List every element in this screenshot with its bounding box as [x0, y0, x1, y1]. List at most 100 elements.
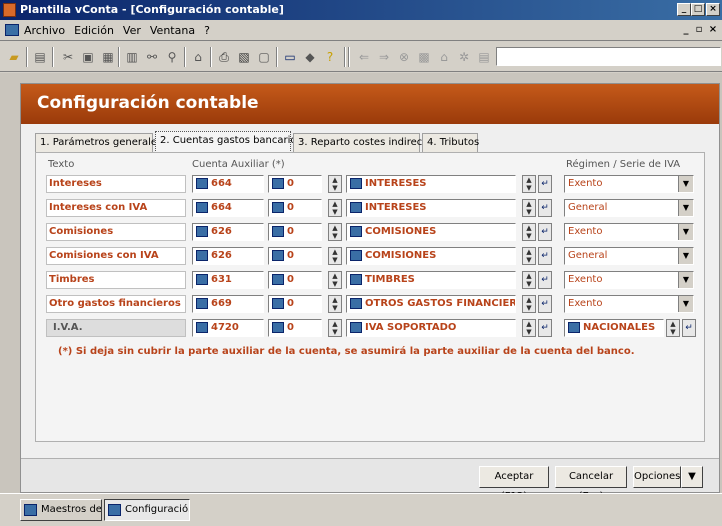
tab-reparto-costes-indirectos[interactable]: 3. Reparto costes indirectos — [293, 133, 438, 152]
account-name-field[interactable]: INTERESES — [346, 175, 516, 193]
menu-archivo[interactable]: Archivo — [24, 24, 65, 37]
spin-button[interactable]: ▲ ▼ — [328, 319, 342, 337]
tab-cuentas-gastos-bancarios[interactable]: 2. Cuentas gastos bancarios — [155, 131, 302, 153]
stop-icon[interactable]: ⊗ — [396, 49, 412, 65]
spin-button[interactable]: ▲ ▼ — [328, 223, 342, 241]
options-dropdown-button[interactable]: ▼ — [681, 466, 703, 488]
print-icon[interactable]: ⎙ — [216, 49, 232, 65]
new-icon[interactable]: ↵ — [538, 319, 552, 337]
lookup-icon[interactable] — [272, 226, 284, 237]
spin-button[interactable]: ▲ ▼ — [328, 247, 342, 265]
lookup-icon[interactable] — [350, 298, 362, 309]
regimen-select[interactable]: Exento ▼ — [564, 175, 694, 193]
new-icon[interactable]: ↵ — [538, 295, 552, 313]
document-icon[interactable] — [5, 24, 19, 36]
spin-button[interactable]: ▲ ▼ — [522, 319, 536, 337]
lookup-icon[interactable] — [350, 322, 362, 333]
lookup-icon[interactable] — [350, 250, 362, 261]
refresh-icon[interactable]: ▩ — [416, 49, 432, 65]
serie-field[interactable]: NACIONALES — [564, 319, 664, 337]
regimen-select[interactable]: Exento ▼ — [564, 223, 694, 241]
auxiliary-field[interactable]: 0 — [268, 295, 322, 313]
chevron-down-icon[interactable]: ▼ — [678, 224, 693, 240]
close-button[interactable]: × — [706, 3, 720, 16]
spin-button[interactable]: ▲ ▼ — [522, 175, 536, 193]
new-icon[interactable]: ↵ — [538, 175, 552, 193]
search-icon[interactable]: ⚲ — [164, 49, 180, 65]
page-setup-icon[interactable]: ▢ — [256, 49, 272, 65]
new-icon[interactable]: ↵ — [682, 319, 696, 337]
minimize-button[interactable]: _ — [677, 3, 691, 16]
task-configuracion[interactable]: Configuració... — [104, 499, 190, 521]
account-name-field[interactable]: COMISIONES — [346, 247, 516, 265]
lookup-icon[interactable] — [196, 298, 208, 309]
lookup-icon[interactable] — [196, 274, 208, 285]
chevron-down-icon[interactable]: ▼ — [678, 200, 693, 216]
print-preview-icon[interactable]: ▧ — [236, 49, 252, 65]
sign-icon[interactable]: ⌂ — [190, 49, 206, 65]
spin-button[interactable]: ▲ ▼ — [522, 271, 536, 289]
account-name-field[interactable]: TIMBRES — [346, 271, 516, 289]
lookup-icon[interactable] — [272, 250, 284, 261]
options-button[interactable]: Opciones — [633, 466, 681, 488]
auxiliary-field[interactable]: 0 — [268, 199, 322, 217]
spin-button[interactable]: ▲ ▼ — [328, 295, 342, 313]
auxiliary-field[interactable]: 0 — [268, 223, 322, 241]
account-field[interactable]: 631 — [192, 271, 264, 289]
tab-parametros-generales[interactable]: 1. Parámetros generales — [35, 133, 162, 152]
lookup-icon[interactable] — [272, 298, 284, 309]
lookup-icon[interactable] — [272, 322, 284, 333]
chevron-down-icon[interactable]: ▼ — [678, 248, 693, 264]
menu-help[interactable]: ? — [204, 24, 210, 37]
binoculars-icon[interactable]: ⚯ — [144, 49, 160, 65]
spin-button[interactable]: ▲ ▼ — [522, 223, 536, 241]
spin-button[interactable]: ▲ ▼ — [328, 175, 342, 193]
grid-icon[interactable]: ▥ — [124, 49, 140, 65]
spin-button[interactable]: ▲ ▼ — [522, 199, 536, 217]
new-icon[interactable]: ↵ — [538, 271, 552, 289]
lookup-icon[interactable] — [272, 178, 284, 189]
auxiliary-field[interactable]: 0 — [268, 319, 322, 337]
chevron-down-icon[interactable]: ▼ — [678, 176, 693, 192]
cut-icon[interactable]: ✂ — [60, 49, 76, 65]
home-icon[interactable]: ⌂ — [436, 49, 452, 65]
spin-button[interactable]: ▲ ▼ — [522, 295, 536, 313]
back-icon[interactable]: ⇐ — [356, 49, 372, 65]
lookup-icon[interactable] — [196, 202, 208, 213]
lookup-icon[interactable] — [272, 274, 284, 285]
lookup-icon[interactable] — [196, 322, 208, 333]
menu-ventana[interactable]: Ventana — [150, 24, 195, 37]
open-folder-icon[interactable]: ▰ — [6, 49, 22, 65]
lookup-icon[interactable] — [350, 178, 362, 189]
task-maestros[interactable]: Maestros de... — [20, 499, 102, 521]
accept-button[interactable]: Aceptar (F12) — [479, 466, 549, 502]
account-name-field[interactable]: IVA SOPORTADO — [346, 319, 516, 337]
lookup-icon[interactable] — [196, 226, 208, 237]
chevron-down-icon[interactable]: ▼ — [678, 296, 693, 312]
new-icon[interactable]: ↵ — [538, 199, 552, 217]
spin-button[interactable]: ▲ ▼ — [666, 319, 680, 337]
diamond-icon[interactable]: ◆ — [302, 49, 318, 65]
regimen-select[interactable]: Exento ▼ — [564, 271, 694, 289]
browser-icon[interactable]: ▤ — [476, 49, 492, 65]
account-name-field[interactable]: INTERESES — [346, 199, 516, 217]
tab-tributos[interactable]: 4. Tributos — [422, 133, 479, 152]
account-field[interactable]: 664 — [192, 175, 264, 193]
copy-icon[interactable]: ▣ — [80, 49, 96, 65]
lookup-icon[interactable] — [350, 226, 362, 237]
mdi-restore-button[interactable]: ▫ — [693, 24, 705, 36]
lookup-icon[interactable] — [272, 202, 284, 213]
menu-edicion[interactable]: Edición — [74, 24, 114, 37]
mdi-minimize-button[interactable]: _ — [680, 24, 692, 36]
auxiliary-field[interactable]: 0 — [268, 175, 322, 193]
mdi-close-button[interactable]: × — [707, 24, 719, 36]
account-field[interactable]: 669 — [192, 295, 264, 313]
auxiliary-field[interactable]: 0 — [268, 247, 322, 265]
address-input[interactable] — [496, 47, 721, 66]
paste-icon[interactable]: ▦ — [100, 49, 116, 65]
spin-button[interactable]: ▲ ▼ — [328, 199, 342, 217]
maximize-button[interactable]: □ — [691, 3, 705, 16]
lookup-icon[interactable] — [196, 250, 208, 261]
cancel-button[interactable]: Cancelar (Esc) — [555, 466, 627, 502]
account-name-field[interactable]: OTROS GASTOS FINANCIEROS — [346, 295, 516, 313]
